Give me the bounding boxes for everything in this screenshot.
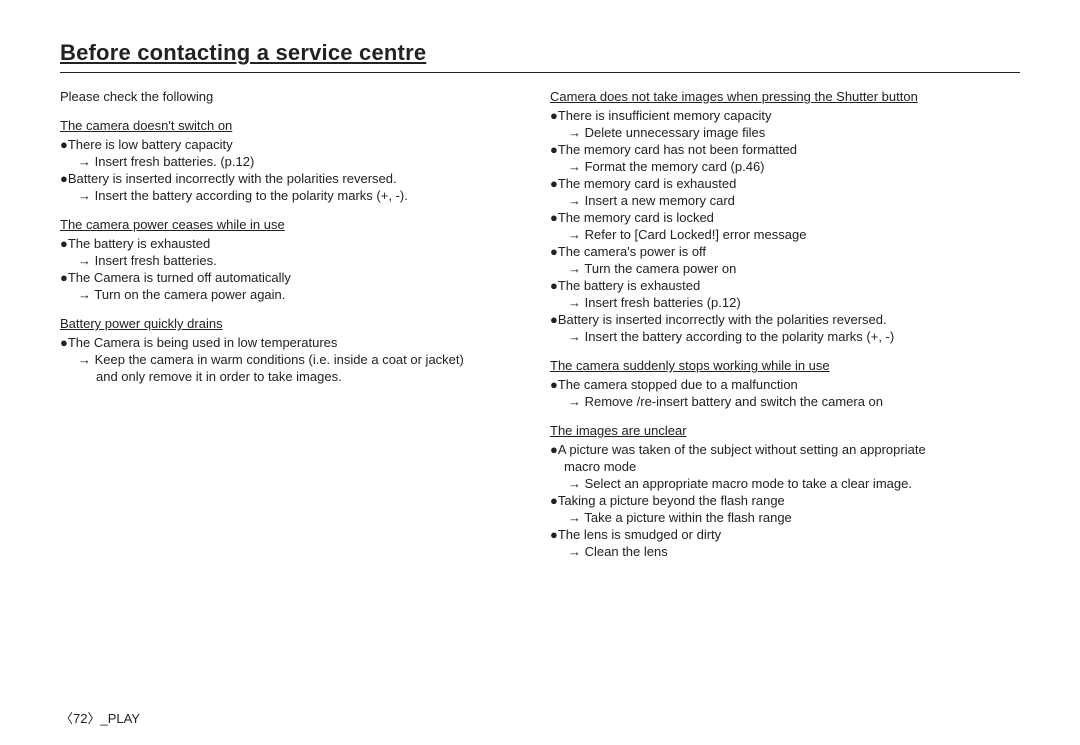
list-item: ●The memory card has not been formatted <box>550 142 1020 157</box>
list-item: ●Taking a picture beyond the flash range <box>550 493 1020 508</box>
arrow-text: → Clean the lens <box>568 544 668 559</box>
arrow-continuation-text: and only remove it in order to take imag… <box>96 369 342 384</box>
section-stops-title: The camera suddenly stops working while … <box>550 358 1020 373</box>
bullet-text: ●The camera's power is off <box>550 244 706 259</box>
arrow-text: → Keep the camera in warm conditions (i.… <box>78 352 464 367</box>
bullet-text: ●A picture was taken of the subject with… <box>550 442 926 457</box>
right-column: Camera does not take images when pressin… <box>550 89 1020 573</box>
bullet-text: ●The memory card is exhausted <box>550 176 736 191</box>
bullet-text: ●The Camera is being used in low tempera… <box>60 335 337 350</box>
section-battery-drains-title: Battery power quickly drains <box>60 316 520 331</box>
list-item: ●The memory card is exhausted <box>550 176 1020 191</box>
list-item: macro mode <box>550 459 1020 474</box>
list-item: → Insert fresh batteries (p.12) <box>550 295 1020 310</box>
list-item: → Take a picture within the flash range <box>550 510 1020 525</box>
section-camera-switch-title: The camera doesn't switch on <box>60 118 520 133</box>
section-battery-drains: Battery power quickly drains ●The Camera… <box>60 316 520 384</box>
list-item: ●There is insufficient memory capacity <box>550 108 1020 123</box>
list-item: ●The lens is smudged or dirty <box>550 527 1020 542</box>
list-item: ●The camera's power is off <box>550 244 1020 259</box>
arrow-text: → Turn on the camera power again. <box>78 287 285 302</box>
section-suddenly-stops: The camera suddenly stops working while … <box>550 358 1020 409</box>
arrow-text: → Refer to [Card Locked!] error message <box>568 227 806 242</box>
page: Before contacting a service centre Pleas… <box>0 0 1080 745</box>
section-camera-switch: The camera doesn't switch on ●There is l… <box>60 118 520 203</box>
list-item: → Delete unnecessary image files <box>550 125 1020 140</box>
page-footer: 〈72〉_PLAY <box>60 708 140 727</box>
bullet-text: ●The memory card is locked <box>550 210 714 225</box>
list-item: → Format the memory card (p.46) <box>550 159 1020 174</box>
section-unclear: The images are unclear ●A picture was ta… <box>550 423 1020 559</box>
intro-text: Please check the following <box>60 89 520 104</box>
list-item: → Insert fresh batteries. (p.12) <box>60 154 520 169</box>
section-shutter-title: Camera does not take images when pressin… <box>550 89 1020 104</box>
arrow-text: → Remove /re-insert battery and switch t… <box>568 394 883 409</box>
list-item: → Refer to [Card Locked!] error message <box>550 227 1020 242</box>
page-title: Before contacting a service centre <box>60 40 1020 66</box>
list-item: → Insert a new memory card <box>550 193 1020 208</box>
arrow-text: → Delete unnecessary image files <box>568 125 765 140</box>
bullet-text: ●Battery is inserted incorrectly with th… <box>60 171 397 186</box>
list-item: → Keep the camera in warm conditions (i.… <box>60 352 520 367</box>
arrow-text: → Insert the battery according to the po… <box>78 188 408 203</box>
bullet-text: ●The lens is smudged or dirty <box>550 527 721 542</box>
list-item: ●The memory card is locked <box>550 210 1020 225</box>
bullet-text: ●The Camera is turned off automatically <box>60 270 291 285</box>
arrow-text: → Insert fresh batteries (p.12) <box>568 295 741 310</box>
bullet-text: ●The memory card has not been formatted <box>550 142 797 157</box>
section-camera-power-title: The camera power ceases while in use <box>60 217 520 232</box>
bullet-text: ●The battery is exhausted <box>550 278 700 293</box>
bullet-text: ●Taking a picture beyond the flash range <box>550 493 785 508</box>
bullet-text: ●The battery is exhausted <box>60 236 210 251</box>
left-column: Please check the following The camera do… <box>60 89 520 573</box>
section-shutter: Camera does not take images when pressin… <box>550 89 1020 344</box>
list-item: → Insert fresh batteries. <box>60 253 520 268</box>
list-item: → Select an appropriate macro mode to ta… <box>550 476 1020 491</box>
list-item: ●A picture was taken of the subject with… <box>550 442 1020 457</box>
bullet-text: ●The camera stopped due to a malfunction <box>550 377 798 392</box>
list-item: → Turn the camera power on <box>550 261 1020 276</box>
arrow-text: → Insert fresh batteries. <box>78 253 217 268</box>
arrow-text: → Take a picture within the flash range <box>568 510 792 525</box>
bullet-continuation-text: macro mode <box>564 459 636 474</box>
list-item: → Insert the battery according to the po… <box>60 188 520 203</box>
arrow-text: → Insert fresh batteries. (p.12) <box>78 154 254 169</box>
list-item: ●The battery is exhausted <box>550 278 1020 293</box>
list-item: ●The Camera is being used in low tempera… <box>60 335 520 350</box>
section-camera-power: The camera power ceases while in use ●Th… <box>60 217 520 302</box>
list-item: ●There is low battery capacity <box>60 137 520 152</box>
arrow-text: → Insert the battery according to the po… <box>568 329 894 344</box>
content-area: Please check the following The camera do… <box>60 89 1020 573</box>
list-item: → Turn on the camera power again. <box>60 287 520 302</box>
list-item: and only remove it in order to take imag… <box>60 369 520 384</box>
list-item: ●The battery is exhausted <box>60 236 520 251</box>
arrow-text: → Select an appropriate macro mode to ta… <box>568 476 912 491</box>
arrow-text: → Format the memory card (p.46) <box>568 159 765 174</box>
list-item: ●Battery is inserted incorrectly with th… <box>550 312 1020 327</box>
list-item: ●Battery is inserted incorrectly with th… <box>60 171 520 186</box>
list-item: → Clean the lens <box>550 544 1020 559</box>
list-item: ●The Camera is turned off automatically <box>60 270 520 285</box>
bullet-text: ●Battery is inserted incorrectly with th… <box>550 312 887 327</box>
title-divider <box>60 72 1020 73</box>
list-item: → Insert the battery according to the po… <box>550 329 1020 344</box>
arrow-text: → Insert a new memory card <box>568 193 735 208</box>
bullet-text: ●There is low battery capacity <box>60 137 233 152</box>
section-unclear-title: The images are unclear <box>550 423 1020 438</box>
list-item: ●The camera stopped due to a malfunction <box>550 377 1020 392</box>
arrow-text: → Turn the camera power on <box>568 261 736 276</box>
bullet-text: ●There is insufficient memory capacity <box>550 108 771 123</box>
list-item: → Remove /re-insert battery and switch t… <box>550 394 1020 409</box>
